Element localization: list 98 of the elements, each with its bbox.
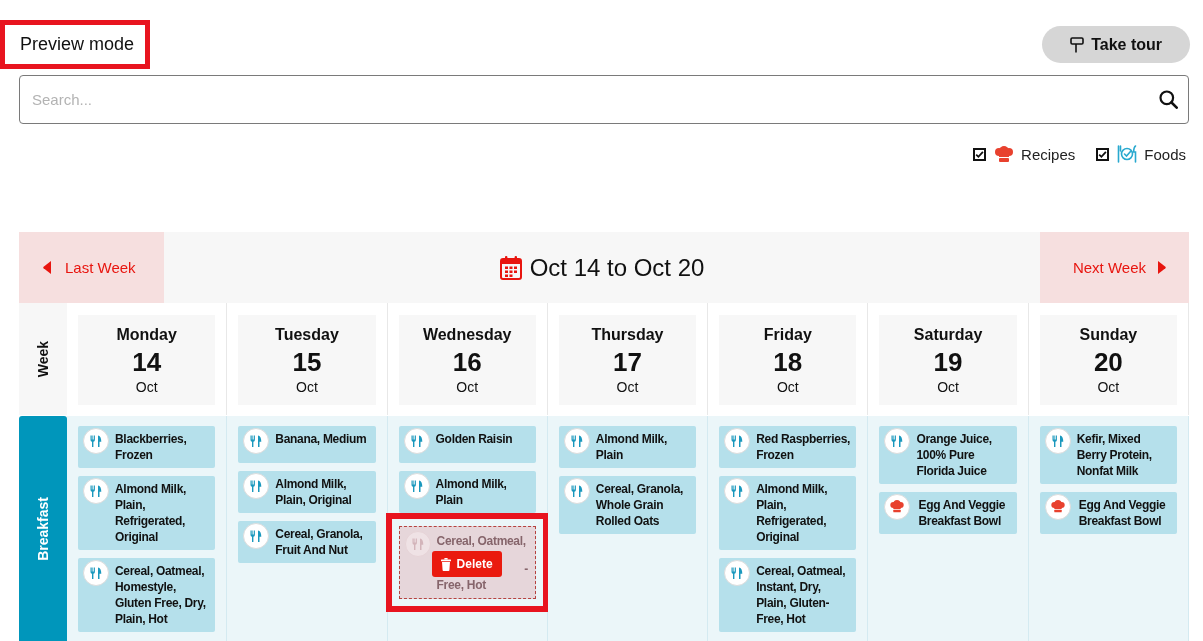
fork-knife-icon	[243, 523, 270, 549]
day-number: 16	[451, 347, 483, 377]
chef-hat-icon	[1044, 494, 1071, 520]
day-number: 20	[1092, 347, 1124, 377]
day-name: Tuesday	[274, 325, 340, 345]
meal-item[interactable]: Golden Raisin	[398, 426, 536, 463]
day-number: 14	[131, 347, 163, 377]
meal-item[interactable]: Banana, Medium	[238, 426, 376, 463]
meal-item[interactable]: Orange Juice, 100% Pure Florida Juice	[879, 426, 1017, 484]
mode-label: Preview mode	[20, 34, 135, 55]
filter-label: Recipes	[1021, 145, 1076, 163]
day-number: 17	[612, 347, 643, 377]
meal-item[interactable]: Almond Milk, Plain, Original	[238, 471, 376, 513]
month-label: Oct	[775, 379, 800, 395]
fork-knife-icon	[83, 428, 109, 454]
item-name: Almond Milk, Plain	[435, 476, 508, 508]
item-name: Cereal, Granola, Whole Grain Rolled Oats	[595, 481, 685, 529]
signpost-icon	[1070, 36, 1085, 53]
chef-hat-icon	[994, 146, 1015, 162]
fork-knife-icon	[403, 428, 430, 454]
month-label: Oct	[295, 379, 319, 395]
trash-icon	[440, 557, 451, 571]
fork-knife-icon	[1044, 428, 1071, 454]
fork-knife-icon	[243, 428, 270, 454]
week-label: Week	[35, 340, 51, 378]
fork-knife-icon	[724, 560, 751, 586]
meal-item[interactable]: Kefir, Mixed Berry Protein, Nonfat Milk	[1039, 426, 1177, 484]
fork-knife-icon	[884, 428, 911, 454]
meal-item[interactable]: Cereal, Oatmeal, Instant, Dry, Plain, Gluten-Free, Hot	[719, 558, 857, 632]
item-name: Almond Milk, Plain	[595, 431, 668, 463]
month-label: Oct	[936, 379, 960, 395]
item-name: Orange Juice, 100% Pure Florida Juice	[916, 431, 993, 479]
meal-item[interactable]: Almond Milk, Plain, Refrigerated, Original	[719, 476, 857, 550]
fork-knife-icon	[724, 478, 751, 504]
fork-knife-icon	[83, 478, 109, 504]
filter-label: Foods	[1144, 145, 1186, 163]
search-icon[interactable]	[1159, 90, 1178, 109]
item-name: Kefir, Mixed Berry Protein, Nonfat Milk	[1076, 431, 1153, 479]
chef-hat-icon	[884, 494, 911, 520]
fork-knife-icon	[563, 478, 590, 504]
checkbox[interactable]	[973, 147, 987, 161]
checkbox[interactable]	[1096, 147, 1110, 161]
item-name: Banana, Medium	[275, 431, 367, 447]
meal-item[interactable]: Cereal, Oatmeal, Homestyle, Gluten Free, Dry, Plain, Hot	[78, 558, 216, 632]
day-name: Thursday	[590, 325, 665, 345]
day-name: Friday	[762, 325, 813, 345]
month-label: Oct	[615, 379, 640, 395]
day-number: 18	[772, 347, 804, 377]
meal-item[interactable]: Red Raspberries, Frozen	[719, 426, 857, 468]
previous-week-button[interactable]: Last Week	[19, 232, 164, 303]
day-name: Saturday	[912, 325, 984, 345]
dragged-item[interactable]: Cereal, Oatmeal, Delete - Free, Hot	[398, 526, 536, 599]
meal-item[interactable]: Cereal, Granola, Fruit And Nut	[238, 521, 376, 563]
day-number: 19	[932, 347, 964, 377]
item-name: Cereal, Oatmeal,	[436, 533, 527, 549]
item-name: Egg And Veggie Breakfast Bowl	[1078, 497, 1167, 529]
item-name: -	[524, 561, 529, 577]
meal-item[interactable]: Almond Milk, Plain	[398, 471, 536, 513]
day-name: Monday	[115, 325, 178, 345]
fork-knife-icon	[563, 428, 590, 454]
caret-left-icon	[43, 261, 51, 274]
item-name: Blackberries, Frozen	[115, 431, 188, 463]
fork-knife-icon	[403, 473, 430, 499]
fork-knife-icon	[243, 473, 270, 499]
fork-knife-icon	[404, 531, 431, 557]
item-name: Almond Milk, Plain, Refrigerated, Original	[115, 481, 188, 545]
item-name: Cereal, Granola, Fruit And Nut	[275, 526, 364, 558]
caret-right-icon	[1158, 261, 1166, 274]
item-name: Cereal, Oatmeal, Instant, Dry, Plain, Gluten-Free, Hot	[756, 563, 847, 627]
item-name: Almond Milk, Plain, Refrigerated, Original	[756, 481, 829, 545]
month-label: Oct	[1096, 379, 1121, 395]
item-name: Egg And Veggie Breakfast Bowl	[918, 497, 1007, 529]
meal-item[interactable]: Cereal, Granola, Whole Grain Rolled Oats	[558, 476, 697, 534]
meal-item[interactable]: Egg And Veggie Breakfast Bowl	[1039, 492, 1177, 534]
item-name: Free, Hot	[436, 577, 487, 593]
week-range-title: Oct 14 to Oct 20	[529, 253, 705, 282]
cutlery-check-icon	[1117, 145, 1138, 163]
meal-item[interactable]: Almond Milk, Plain, Refrigerated, Original	[78, 476, 216, 550]
day-number: 15	[291, 347, 323, 377]
calendar-icon	[499, 255, 522, 280]
next-week-button[interactable]: Next Week	[1040, 232, 1189, 303]
item-name: Red Raspberries, Frozen	[756, 431, 852, 463]
month-label: Oct	[455, 379, 480, 395]
item-name: Almond Milk, Plain, Original	[275, 476, 353, 508]
delete-button[interactable]: Delete	[431, 551, 502, 577]
fork-knife-icon	[724, 428, 751, 454]
search-field[interactable]: Search...	[19, 75, 1189, 124]
item-name: Golden Raisin	[435, 431, 513, 447]
item-name: Cereal, Oatmeal, Homestyle, Gluten Free, Dry, Plain, Hot	[115, 563, 207, 627]
day-name: Sunday	[1078, 325, 1139, 345]
meal-item[interactable]: Egg And Veggie Breakfast Bowl	[879, 492, 1017, 534]
fork-knife-icon	[83, 560, 109, 586]
month-label: Oct	[134, 379, 159, 395]
take-tour-button[interactable]: Take tour	[1042, 26, 1190, 63]
meal-item[interactable]: Almond Milk, Plain	[558, 426, 697, 468]
meal-item[interactable]: Blackberries, Frozen	[78, 426, 216, 468]
day-name: Wednesday	[421, 325, 513, 345]
meal-label: Breakfast	[35, 496, 51, 561]
